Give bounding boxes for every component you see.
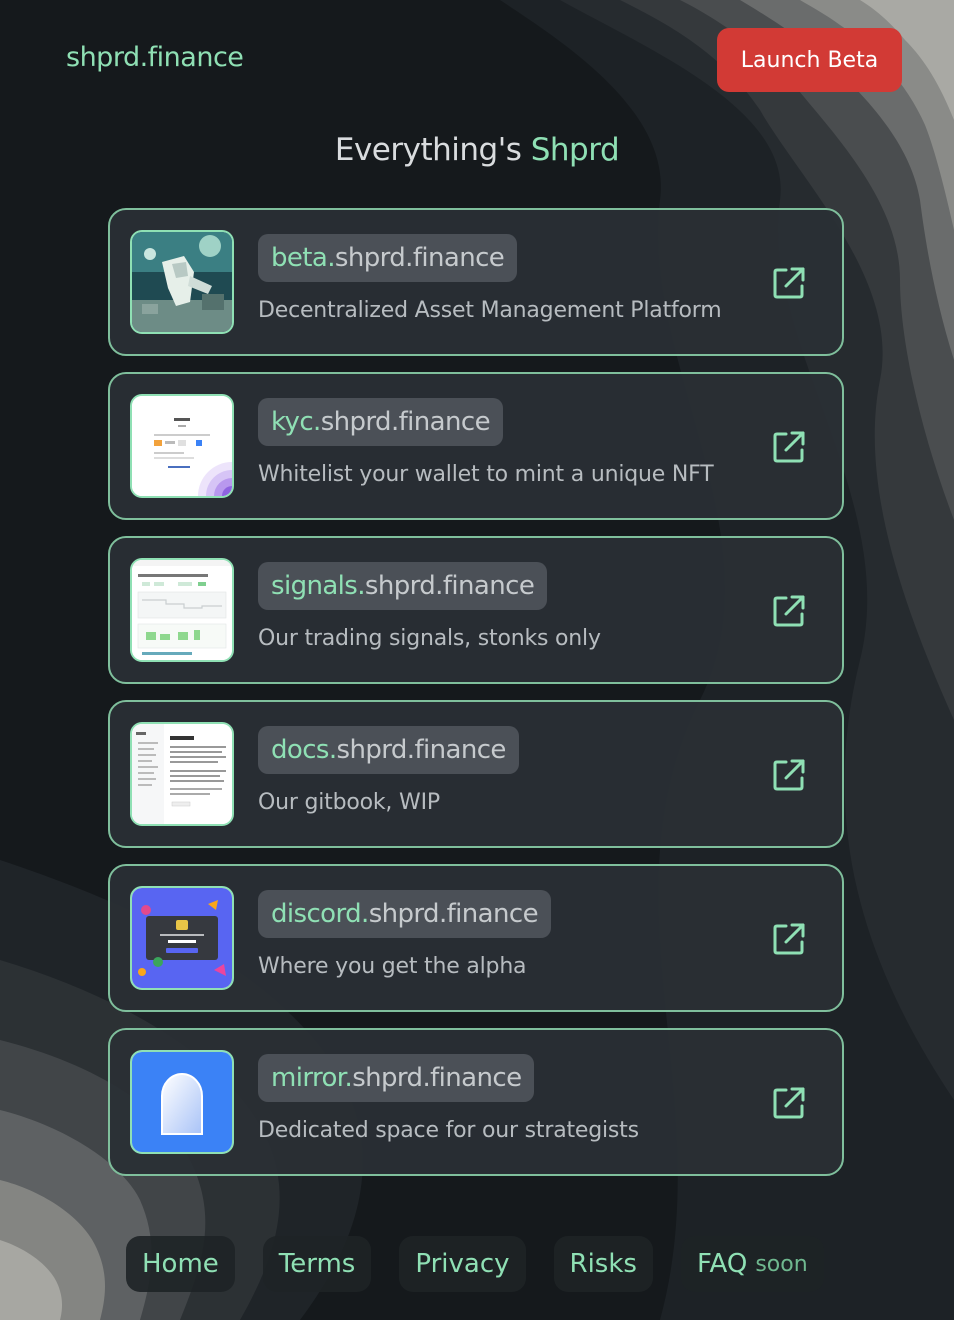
subdomain-text: signals. bbox=[271, 571, 366, 601]
card-description: Decentralized Asset Management Platform bbox=[258, 298, 722, 323]
footer-link-home[interactable]: Home bbox=[126, 1236, 235, 1292]
subdomain-text: discord. bbox=[271, 899, 369, 929]
domain-label: mirror. shprd.finance bbox=[258, 1054, 535, 1102]
external-link-icon[interactable] bbox=[772, 922, 806, 956]
link-card-signals[interactable]: signals. shprd.finance Our trading signal… bbox=[108, 536, 844, 684]
footer-link-terms[interactable]: Terms bbox=[262, 1236, 372, 1292]
root-domain-text: shprd.finance bbox=[352, 1063, 522, 1093]
headline-prefix: Everything's bbox=[334, 132, 522, 168]
root-domain-text: shprd.finance bbox=[334, 243, 505, 273]
subdomain-text: kyc. bbox=[271, 407, 321, 437]
astronaut-art-thumbnail bbox=[130, 230, 234, 334]
domain-label: kyc. shprd.finance bbox=[258, 398, 503, 446]
mirror-logo-thumbnail bbox=[130, 1050, 234, 1154]
subdomain-text: docs. bbox=[271, 735, 337, 765]
external-link-icon[interactable] bbox=[772, 430, 806, 464]
footer-link-privacy[interactable]: Privacy bbox=[399, 1236, 526, 1292]
link-card-docs[interactable]: docs. shprd.finance Our gitbook, WIP bbox=[108, 700, 844, 848]
card-description: Dedicated space for our strategists bbox=[258, 1118, 639, 1143]
page: shprd.finance Launch Beta Everything's S… bbox=[0, 0, 954, 1320]
page-headline: Everything's Shprd bbox=[0, 132, 954, 168]
footer-link-faq[interactable]: FAQ soon bbox=[680, 1236, 824, 1292]
root-domain-text: shprd.finance bbox=[336, 735, 507, 765]
card-description: Our trading signals, stonks only bbox=[258, 626, 601, 651]
discord-invite-thumbnail bbox=[130, 886, 234, 990]
link-card-mirror[interactable]: mirror. shprd.finance Dedicated space for… bbox=[108, 1028, 844, 1176]
headline-accent: Shprd bbox=[530, 132, 620, 168]
docs-overview-thumbnail bbox=[130, 722, 234, 826]
subdomain-text: mirror. bbox=[271, 1063, 353, 1093]
main-content: shprd.finance Launch Beta Everything's S… bbox=[0, 0, 954, 1320]
soon-badge: soon bbox=[755, 1251, 808, 1277]
link-card-beta[interactable]: beta. shprd.finance Decentralized Asset M… bbox=[108, 208, 844, 356]
card-description: Where you get the alpha bbox=[258, 954, 527, 979]
footer-link-risks[interactable]: Risks bbox=[553, 1236, 653, 1292]
external-link-icon[interactable] bbox=[772, 266, 806, 300]
domain-label: docs. shprd.finance bbox=[258, 726, 519, 774]
domain-label: signals. shprd.finance bbox=[258, 562, 548, 610]
footer-link-faq-label: FAQ bbox=[696, 1249, 748, 1279]
signals-dashboard-thumbnail bbox=[130, 558, 234, 662]
kyc-page-thumbnail bbox=[130, 394, 234, 498]
subdomain-text: beta. bbox=[271, 243, 336, 273]
link-card-kyc[interactable]: kyc. shprd.finance Whitelist your wallet … bbox=[108, 372, 844, 520]
domain-label: beta. shprd.finance bbox=[258, 234, 518, 282]
root-domain-text: shprd.finance bbox=[320, 407, 491, 437]
root-domain-text: shprd.finance bbox=[368, 899, 539, 929]
launch-beta-button[interactable]: Launch Beta bbox=[717, 28, 902, 92]
footer-nav: Home Terms Privacy Risks FAQ soon bbox=[126, 1236, 852, 1292]
link-card-discord[interactable]: discord. shprd.finance Where you get the … bbox=[108, 864, 844, 1012]
external-link-icon[interactable] bbox=[772, 594, 806, 628]
card-description: Whitelist your wallet to mint a unique N… bbox=[258, 462, 714, 487]
root-domain-text: shprd.finance bbox=[364, 571, 535, 601]
external-link-icon[interactable] bbox=[772, 1086, 806, 1120]
brand-logo-text[interactable]: shprd.finance bbox=[66, 42, 244, 73]
card-description: Our gitbook, WIP bbox=[258, 790, 440, 815]
link-card-list: beta. shprd.finance Decentralized Asset M… bbox=[108, 208, 844, 1192]
domain-label: discord. shprd.finance bbox=[258, 890, 551, 938]
external-link-icon[interactable] bbox=[772, 758, 806, 792]
